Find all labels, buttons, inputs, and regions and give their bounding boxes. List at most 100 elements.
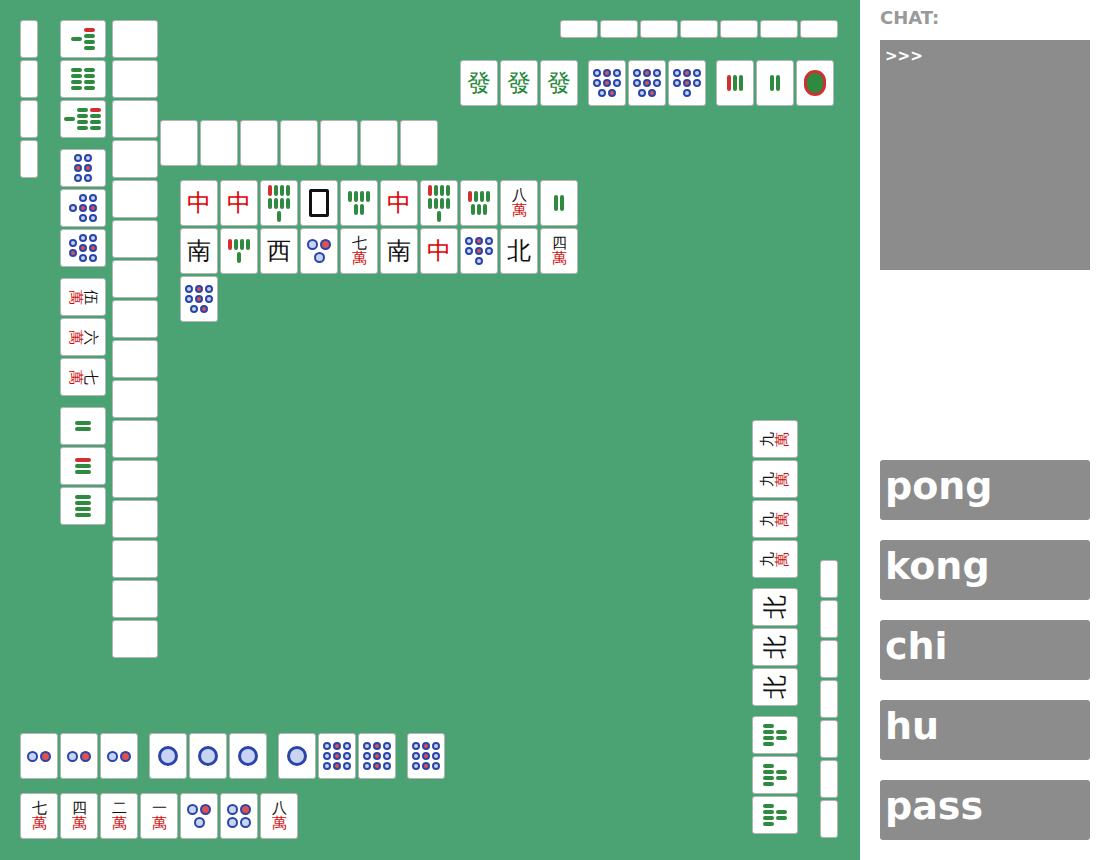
tile[interactable]: 南 [180,228,218,274]
tile[interactable] [628,60,666,106]
tile[interactable] [20,733,58,779]
discard-pile: 中中中八萬南西七萬南中北四萬 [180,180,578,322]
tile[interactable] [407,733,445,779]
tile[interactable]: 七萬 [60,358,106,396]
tile[interactable]: 四萬 [60,793,98,839]
tile[interactable]: 南 [380,228,418,274]
tile[interactable] [60,487,106,525]
tile[interactable] [752,756,798,794]
tile[interactable]: 發 [500,60,538,106]
tile[interactable]: 七萬 [340,228,378,274]
meld [60,20,106,138]
tile-honor: 中 [187,191,211,215]
bamboo-icon [763,802,787,828]
tile[interactable] [60,100,106,138]
tile[interactable]: 發 [540,60,578,106]
tile[interactable] [180,276,218,322]
tile[interactable]: 中 [180,180,218,226]
tile[interactable]: 八萬 [500,180,538,226]
tile[interactable] [588,60,626,106]
tile-back [112,580,158,618]
east-hidden-hand [820,560,838,838]
mahjong-table: 發發發中中中八萬南西七萬南中北四萬伍萬六萬七萬九萬九萬九萬九萬北北北七萬四萬二萬… [0,0,860,860]
tile[interactable] [189,733,227,779]
action-button[interactable]: chi [880,620,1090,680]
tile-back [820,720,838,758]
tile[interactable]: 六萬 [60,318,106,356]
tile[interactable] [460,180,498,226]
tile[interactable] [60,733,98,779]
tile[interactable] [60,149,106,187]
tile[interactable]: 九萬 [752,420,798,458]
action-button[interactable]: kong [880,540,1090,600]
tile[interactable]: 西 [260,228,298,274]
tile-back [112,460,158,498]
tile[interactable] [60,447,106,485]
tile[interactable] [149,733,187,779]
tile[interactable]: 一萬 [140,793,178,839]
tile[interactable]: 中 [380,180,418,226]
tile[interactable] [796,60,834,106]
tile[interactable] [100,733,138,779]
melds [20,733,445,779]
action-button[interactable]: pass [880,780,1090,840]
tile[interactable] [318,733,356,779]
tile[interactable]: 北 [500,228,538,274]
tile[interactable]: 發 [460,60,498,106]
tile[interactable] [60,229,106,267]
tile[interactable] [420,180,458,226]
bamboo-icon [466,191,492,215]
tile[interactable]: 北 [752,588,798,626]
tile[interactable] [300,180,338,226]
tile[interactable] [60,60,106,98]
tile-back [820,760,838,798]
tile[interactable] [278,733,316,779]
tile-back [560,20,598,38]
tile[interactable] [668,60,706,106]
meld: 伍萬六萬七萬 [60,278,106,396]
tile[interactable] [220,793,258,839]
tile-suit: 萬 [72,816,87,831]
tile[interactable]: 中 [420,228,458,274]
tile[interactable] [229,733,267,779]
chat-log: >>> [885,47,923,65]
tile[interactable]: 北 [752,668,798,706]
tile-back [112,500,158,538]
chat-box[interactable]: >>> [880,40,1090,270]
tile[interactable] [358,733,396,779]
tile[interactable] [716,60,754,106]
tile[interactable] [220,228,258,274]
tile-back [112,340,158,378]
tile[interactable] [752,716,798,754]
tile[interactable] [260,180,298,226]
tile[interactable]: 九萬 [752,500,798,538]
action-button[interactable]: pong [880,460,1090,520]
tile[interactable] [460,228,498,274]
tile[interactable] [180,793,218,839]
tile-honor: 中 [387,191,411,215]
tile[interactable] [60,189,106,227]
tile[interactable] [340,180,378,226]
tile[interactable]: 伍萬 [60,278,106,316]
tile-rank: 八 [272,801,287,816]
tile[interactable]: 九萬 [752,460,798,498]
tile[interactable]: 九萬 [752,540,798,578]
tile[interactable]: 八萬 [260,793,298,839]
bamboo-icon [426,185,452,222]
tile[interactable]: 七萬 [20,793,58,839]
tile[interactable] [60,407,106,445]
bird-icon [804,70,826,96]
action-button[interactable]: hu [880,700,1090,760]
tile[interactable] [756,60,794,106]
meld [716,60,834,106]
tile-rank: 七 [352,236,367,251]
tile[interactable]: 二萬 [100,793,138,839]
tile[interactable]: 北 [752,628,798,666]
tile[interactable] [752,796,798,834]
tile[interactable] [300,228,338,274]
meld [407,733,445,779]
tile[interactable] [540,180,578,226]
tile[interactable]: 中 [220,180,258,226]
tile[interactable] [60,20,106,58]
tile[interactable]: 四萬 [540,228,578,274]
